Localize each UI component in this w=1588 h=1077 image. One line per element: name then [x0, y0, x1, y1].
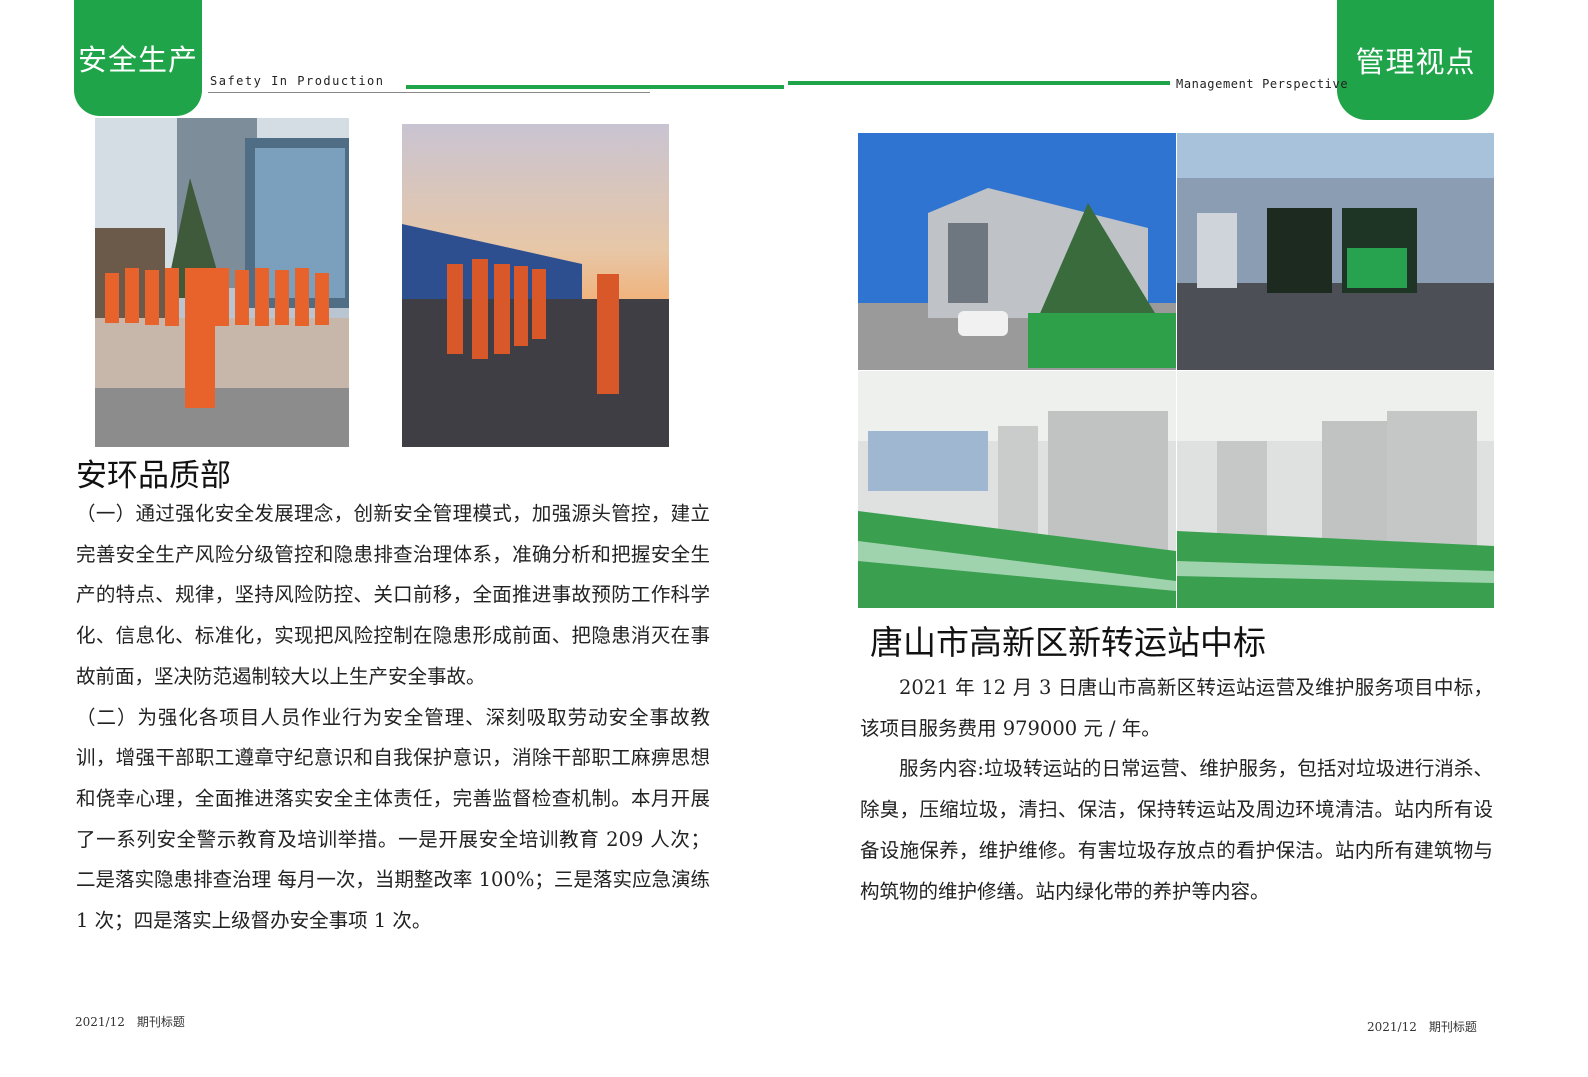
section-tab-safety: 安全生产: [74, 0, 202, 116]
paragraph: （一）通过强化安全发展理念，创新安全管理模式，加强源头管控，建立完善安全生产风险…: [76, 502, 710, 688]
photo-interior-doors-2: [1177, 371, 1494, 608]
page-footer-right: 2021/12 期刊标题: [1367, 1020, 1477, 1034]
header-green-rule: [406, 85, 784, 89]
header-green-rule: [788, 81, 1170, 85]
photo-team-meeting-dusk: [402, 124, 669, 447]
photo-transfer-station-bays: [1177, 133, 1494, 370]
photo-transfer-station-exterior: [858, 133, 1176, 370]
body-text-left: （一）通过强化安全发展理念，创新安全管理模式，加强源头管控，建立完善安全生产风险…: [76, 494, 710, 942]
section-tab-label: 管理视点: [1355, 45, 1476, 79]
section-tab-label: 安全生产: [77, 43, 198, 77]
section-heading: 安环品质部: [76, 458, 231, 494]
body-text-right: 2021 年 12 月 3 日唐山市高新区转运站运营及维护服务项目中标，该项目服…: [860, 668, 1493, 912]
section-subtitle-en: Management Perspective: [1176, 77, 1349, 91]
section-subtitle-en: Safety In Production: [210, 74, 385, 88]
photo-interior-doors-1: [858, 371, 1176, 608]
section-heading: 唐山市高新区新转运站中标: [870, 623, 1266, 662]
paragraph: （二）为强化各项目人员作业行为安全管理、深刻吸取劳动安全事故教训，增强干部职工遵…: [76, 705, 710, 933]
section-tab-management: 管理视点: [1337, 0, 1494, 120]
paragraph: 服务内容:垃圾转运站的日常运营、维护服务，包括对垃圾进行消杀、除臭，压缩垃圾，清…: [860, 757, 1493, 903]
page-footer-left: 2021/12 期刊标题: [75, 1015, 185, 1029]
header-divider: [208, 92, 650, 93]
paragraph: 2021 年 12 月 3 日唐山市高新区转运站运营及维护服务项目中标，该项目服…: [860, 676, 1493, 740]
photo-team-meeting-day: [95, 118, 349, 447]
